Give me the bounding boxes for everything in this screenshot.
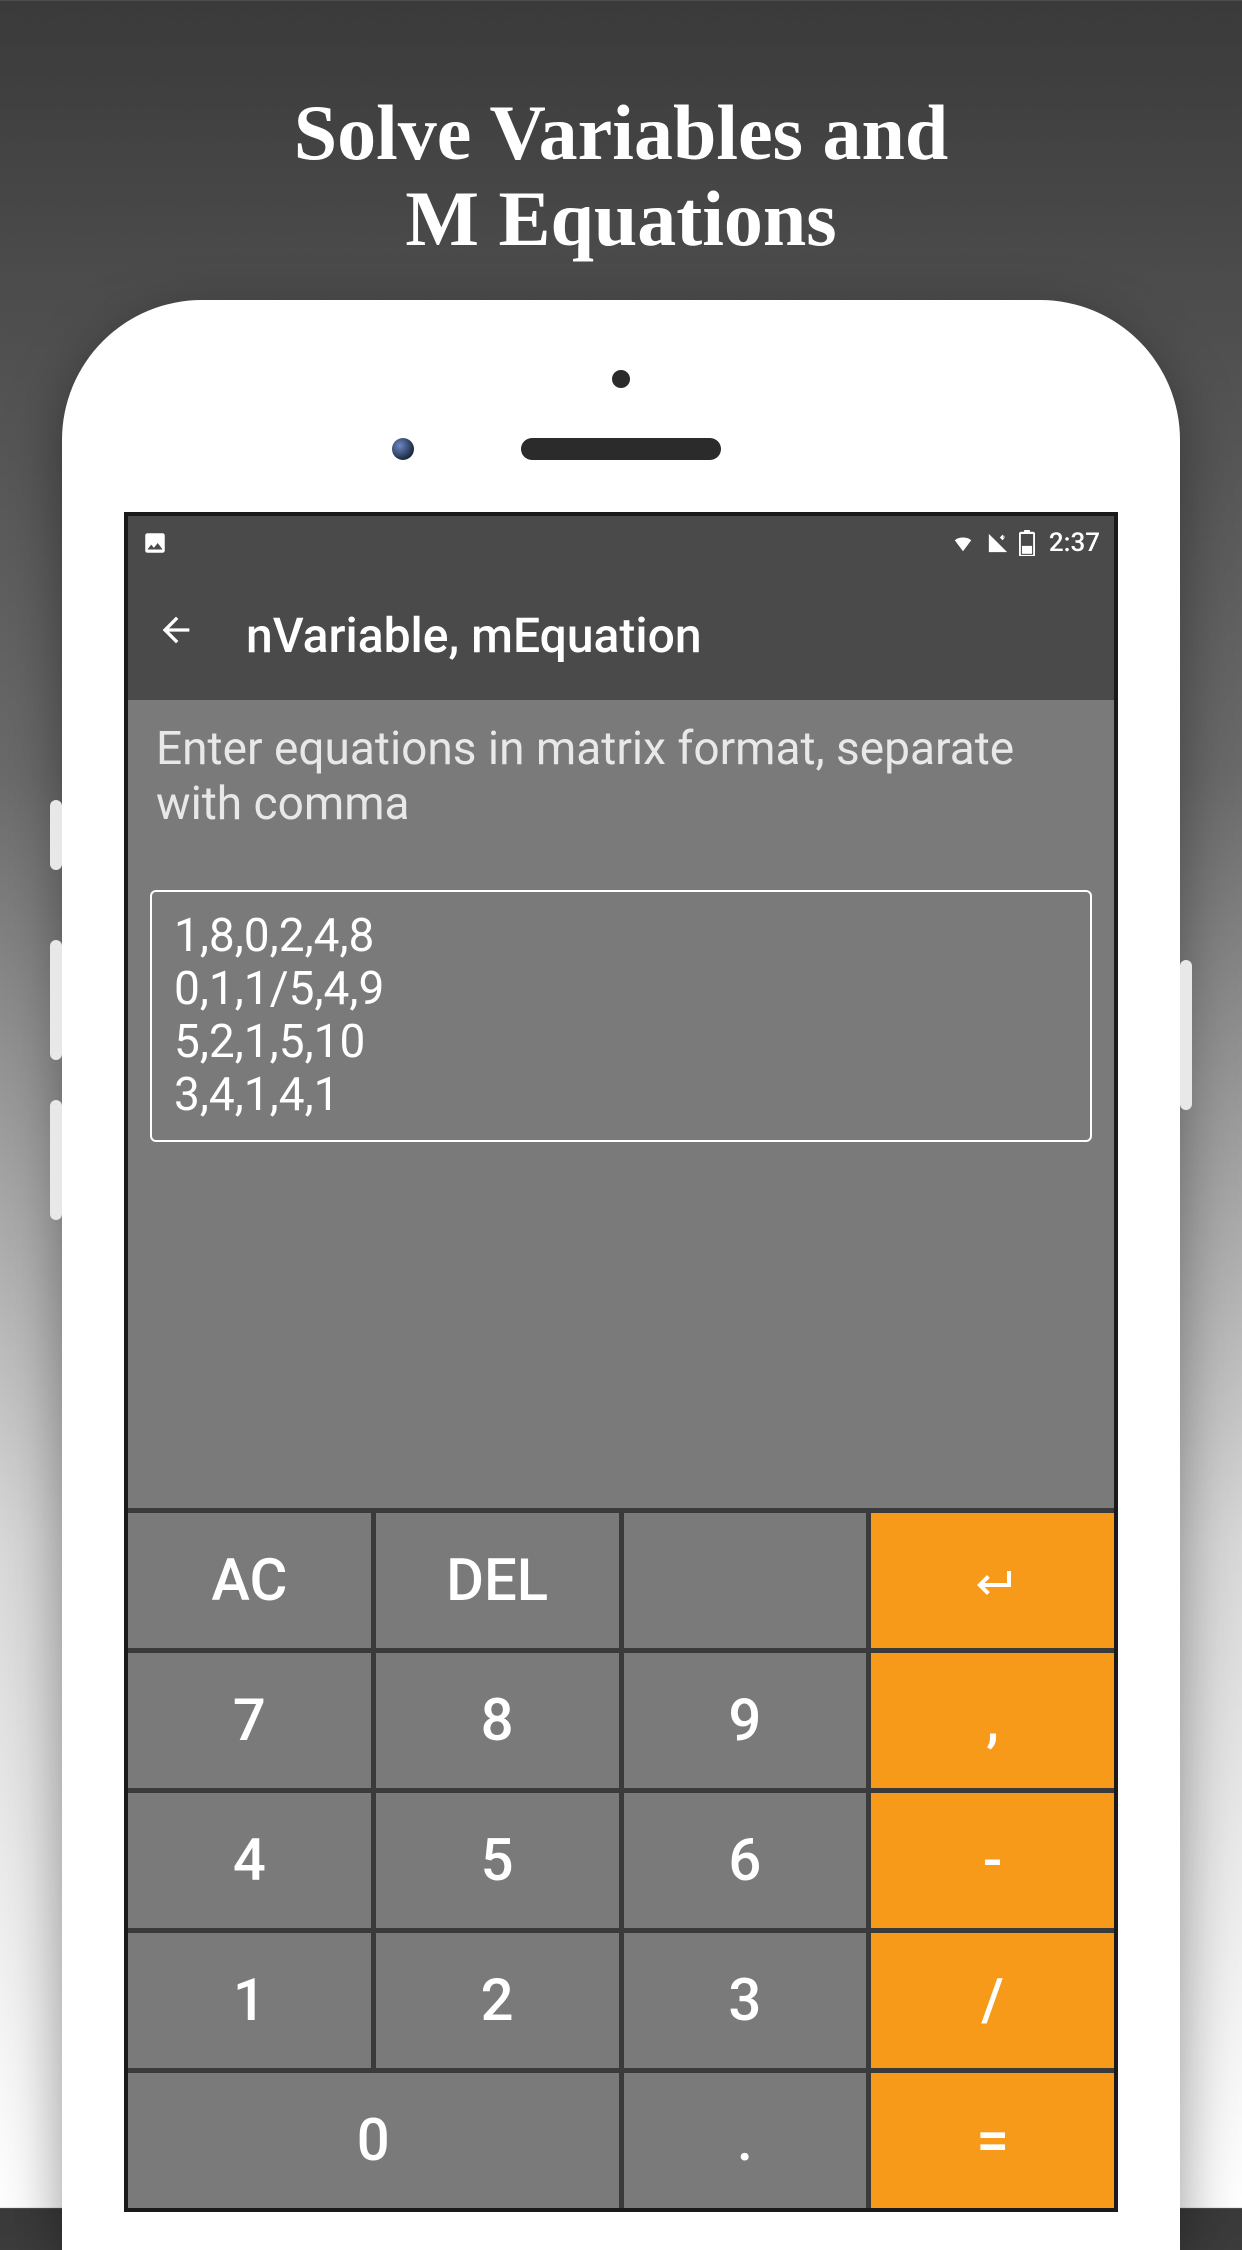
battery-icon [1019, 530, 1035, 556]
image-icon [142, 530, 168, 556]
key-comma[interactable]: , [871, 1653, 1114, 1788]
key-equals[interactable]: = [871, 2073, 1114, 2208]
phone-camera [392, 438, 414, 460]
svg-text:x: x [1002, 533, 1006, 542]
promo-title: Solve Variables and M Equations [0, 90, 1242, 262]
key-7[interactable]: 7 [128, 1653, 371, 1788]
keypad: AC DEL 7 8 9 , 4 5 6 - 1 2 3 / 0 . = [128, 1508, 1114, 2208]
key-3[interactable]: 3 [624, 1933, 867, 2068]
key-0[interactable]: 0 [128, 2073, 619, 2208]
phone-side-button [50, 800, 62, 870]
matrix-input[interactable]: 1,8,0,2,4,8 0,1,1/5,4,9 5,2,1,5,10 3,4,1… [150, 890, 1092, 1142]
key-ac[interactable]: AC [128, 1513, 371, 1648]
key-enter[interactable] [871, 1513, 1114, 1648]
key-del[interactable]: DEL [376, 1513, 619, 1648]
key-divide[interactable]: / [871, 1933, 1114, 2068]
status-bar: x 2:37 [128, 516, 1114, 570]
phone-side-button [50, 1100, 62, 1220]
key-empty [624, 1513, 867, 1648]
instruction-text: Enter equations in matrix format, separa… [128, 700, 1114, 860]
promo-line1: Solve Variables and [0, 90, 1242, 176]
promo-line2: M Equations [0, 176, 1242, 262]
phone-sensor-dot [612, 370, 630, 388]
screen: x 2:37 nVariable, mEquation Enter equati… [124, 512, 1118, 2212]
app-bar: nVariable, mEquation [128, 570, 1114, 700]
key-dot[interactable]: . [624, 2073, 867, 2208]
key-2[interactable]: 2 [376, 1933, 619, 2068]
key-9[interactable]: 9 [624, 1653, 867, 1788]
key-minus[interactable]: - [871, 1793, 1114, 1928]
page-title: nVariable, mEquation [246, 607, 702, 664]
key-1[interactable]: 1 [128, 1933, 371, 2068]
back-button[interactable] [156, 609, 196, 661]
phone-frame: x 2:37 nVariable, mEquation Enter equati… [62, 300, 1180, 2250]
key-8[interactable]: 8 [376, 1653, 619, 1788]
phone-side-button [1180, 960, 1192, 1110]
key-6[interactable]: 6 [624, 1793, 867, 1928]
key-4[interactable]: 4 [128, 1793, 371, 1928]
phone-side-button [50, 940, 62, 1060]
wifi-icon [949, 532, 977, 554]
phone-speaker [521, 438, 721, 460]
key-5[interactable]: 5 [376, 1793, 619, 1928]
status-clock: 2:37 [1049, 528, 1100, 558]
signal-icon: x [985, 532, 1011, 554]
